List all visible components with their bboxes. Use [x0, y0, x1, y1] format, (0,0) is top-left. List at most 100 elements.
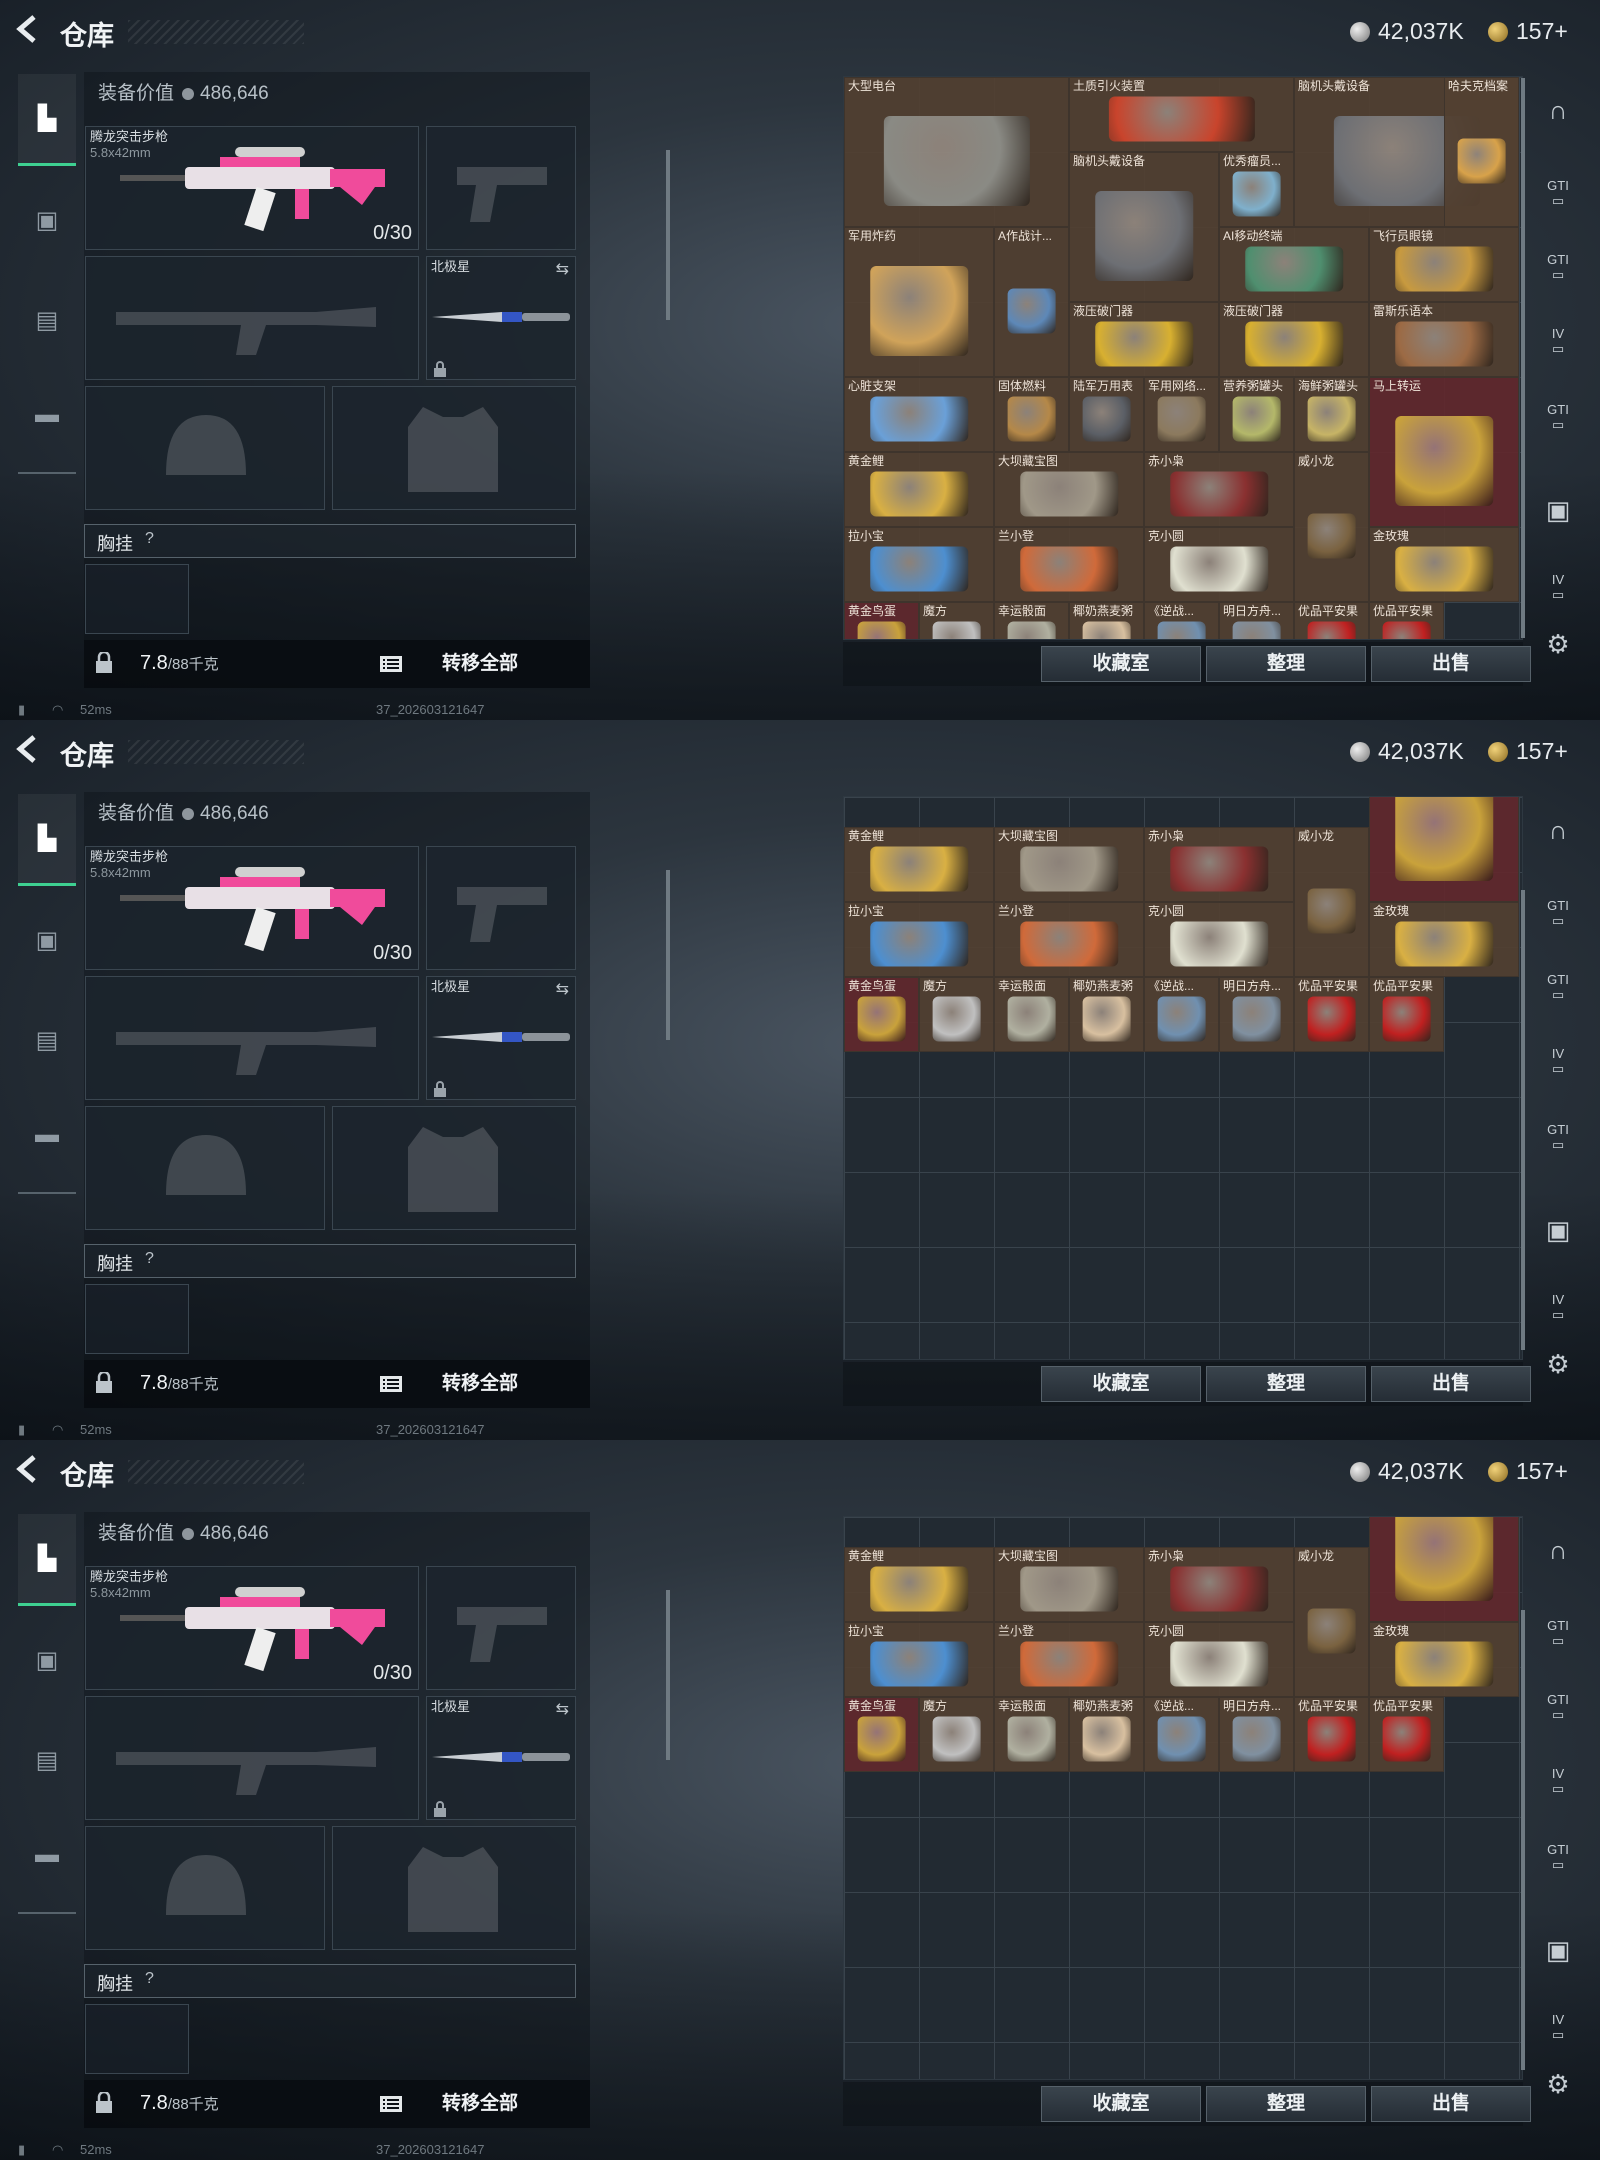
body-armor-slot[interactable]	[332, 1826, 576, 1950]
body-armor-slot[interactable]	[332, 386, 576, 510]
nav-rig[interactable]: ▤	[18, 994, 76, 1086]
collection-room-button[interactable]: 收藏室	[1041, 1366, 1201, 1402]
help-icon[interactable]: ?	[145, 530, 154, 548]
transfer-all-button[interactable]: 转移全部	[410, 2086, 550, 2122]
inventory-item[interactable]: 心脏支架	[844, 377, 994, 452]
nav-rig[interactable]: ▤	[18, 1714, 76, 1806]
transfer-all-button[interactable]: 转移全部	[410, 646, 550, 682]
inventory-item[interactable]: 雷斯乐语本	[1369, 302, 1519, 377]
backpack-slot[interactable]	[85, 564, 189, 634]
inventory-item[interactable]: 固体燃料	[994, 377, 1069, 452]
storage-tab-6[interactable]: IV ▭	[1530, 1292, 1586, 1342]
chest-rig-row[interactable]: 胸挂 ?	[84, 1964, 576, 1998]
sell-button[interactable]: 出售	[1371, 1366, 1531, 1402]
storage-tab-2[interactable]: GTI ▭	[1530, 252, 1586, 302]
inventory-scrollbar[interactable]	[1521, 890, 1525, 1350]
storage-tab-5[interactable]: ▣	[1530, 492, 1586, 542]
pistol-slot[interactable]	[426, 126, 576, 250]
inventory-item[interactable]: 营养粥罐头	[1219, 377, 1294, 452]
backpack-slot[interactable]	[85, 1284, 189, 1354]
pistol-slot[interactable]	[426, 1566, 576, 1690]
inventory-item[interactable]: 优品平安果	[1294, 1697, 1369, 1772]
storage-tab-main[interactable]: ∩	[1530, 92, 1586, 142]
sort-button[interactable]: 整理	[1206, 1366, 1366, 1402]
sort-button[interactable]: 整理	[1206, 646, 1366, 682]
primary-weapon-slot[interactable]: 腾龙突击步枪 5.8x42mm 0/30	[85, 126, 419, 250]
transfer-all-button[interactable]: 转移全部	[410, 1366, 550, 1402]
equipment-scrollbar[interactable]	[666, 150, 670, 320]
inventory-item[interactable]: 《逆战...	[1144, 977, 1219, 1052]
inventory-item[interactable]: 陆军万用表	[1069, 377, 1144, 452]
inventory-item[interactable]: 《逆战...	[1144, 602, 1219, 639]
nav-weapons[interactable]: ▙	[18, 794, 76, 886]
nav-case[interactable]: ▬	[18, 1089, 76, 1181]
collection-room-button[interactable]: 收藏室	[1041, 2086, 1201, 2122]
primary-weapon-slot[interactable]: 腾龙突击步枪 5.8x42mm 0/30	[85, 1566, 419, 1690]
equipment-scrollbar[interactable]	[666, 1590, 670, 1760]
inventory-item[interactable]: 黄金鸟蛋	[844, 1697, 919, 1772]
inventory-item[interactable]: 金玫瑰	[1369, 902, 1519, 977]
inventory-item[interactable]: 魔方	[919, 602, 994, 639]
nav-armor[interactable]: ▣	[18, 894, 76, 986]
inventory-item[interactable]: 幸运骰面	[994, 1697, 1069, 1772]
inventory-item[interactable]: 椰奶燕麦粥	[1069, 602, 1144, 639]
backpack-slot[interactable]	[85, 2004, 189, 2074]
inventory-item[interactable]: 优秀瘤员...	[1219, 152, 1294, 227]
list-icon[interactable]	[380, 2095, 402, 2113]
inventory-item[interactable]: 明日方舟...	[1219, 602, 1294, 639]
storage-tab-3[interactable]: IV ▭	[1530, 1766, 1586, 1816]
inventory-item[interactable]: 液压破门器	[1219, 302, 1369, 377]
ticket-balance[interactable]: 157+	[1488, 18, 1568, 45]
collection-room-button[interactable]: 收藏室	[1041, 646, 1201, 682]
inventory-item[interactable]: 威小龙	[1294, 1547, 1369, 1697]
nav-weapons[interactable]: ▙	[18, 1514, 76, 1606]
nav-rig[interactable]: ▤	[18, 274, 76, 366]
inventory-item[interactable]: 优品平安果	[1294, 977, 1369, 1052]
inventory-item[interactable]: 黄金鸟蛋	[844, 602, 919, 639]
inventory-item[interactable]: 威小龙	[1294, 452, 1369, 602]
inventory-item[interactable]: 黄金鲤	[844, 1547, 994, 1622]
storage-tab-4[interactable]: GTI ▭	[1530, 1122, 1586, 1172]
secondary-weapon-slot[interactable]	[85, 1696, 419, 1820]
inventory-item[interactable]: 克小圆	[1144, 902, 1294, 977]
inventory-item[interactable]: 金玫瑰	[1369, 527, 1519, 602]
inventory-item[interactable]: 脑机头戴设备	[1069, 152, 1219, 302]
inventory-item[interactable]: AI移动终端	[1219, 227, 1369, 302]
storage-tab-3[interactable]: IV ▭	[1530, 326, 1586, 376]
inventory-item[interactable]: 黄金鲤	[844, 452, 994, 527]
chest-rig-row[interactable]: 胸挂 ?	[84, 1244, 576, 1278]
help-icon[interactable]: ?	[145, 1250, 154, 1268]
back-button[interactable]	[14, 1454, 46, 1488]
inventory-item[interactable]: 椰奶燕麦粥	[1069, 1697, 1144, 1772]
inventory-item[interactable]: 拉小宝	[844, 527, 994, 602]
settings-button[interactable]: ⚙	[1530, 1346, 1586, 1396]
inventory-item[interactable]: 明日方舟...	[1219, 977, 1294, 1052]
inventory-item[interactable]: 土质引火装置	[1069, 77, 1294, 152]
back-button[interactable]	[14, 14, 46, 48]
inventory-grid[interactable]: 大型电台 土质引火装置 脑机头戴设备 哈夫克档案 脑机头戴设备 优秀瘤员... 军用炸药 A作…	[843, 76, 1523, 640]
nav-armor[interactable]: ▣	[18, 1614, 76, 1706]
storage-tab-4[interactable]: GTI ▭	[1530, 402, 1586, 452]
inventory-item[interactable]: 军用炸药	[844, 227, 994, 377]
storage-tab-1[interactable]: GTI ▭	[1530, 898, 1586, 948]
inventory-item[interactable]: 幸运骰面	[994, 977, 1069, 1052]
back-button[interactable]	[14, 734, 46, 768]
storage-tab-6[interactable]: IV ▭	[1530, 572, 1586, 622]
inventory-item[interactable]: 黄金鸟蛋	[844, 977, 919, 1052]
inventory-item[interactable]: 拉小宝	[844, 902, 994, 977]
inventory-item[interactable]: 马上转运	[1369, 1517, 1519, 1622]
inventory-item[interactable]: 大坝藏宝图	[994, 827, 1144, 902]
secondary-weapon-slot[interactable]	[85, 256, 419, 380]
storage-tab-1[interactable]: GTI ▭	[1530, 1618, 1586, 1668]
settings-button[interactable]: ⚙	[1530, 626, 1586, 676]
inventory-item[interactable]: 大坝藏宝图	[994, 452, 1144, 527]
storage-tab-6[interactable]: IV ▭	[1530, 2012, 1586, 2062]
inventory-item[interactable]: 魔方	[919, 977, 994, 1052]
inventory-item[interactable]: 拉小宝	[844, 1622, 994, 1697]
sell-button[interactable]: 出售	[1371, 2086, 1531, 2122]
inventory-item[interactable]: 马上转运	[1369, 377, 1519, 527]
swap-icon[interactable]: ⇆	[556, 979, 569, 999]
nav-weapons[interactable]: ▙	[18, 74, 76, 166]
storage-tab-5[interactable]: ▣	[1530, 1932, 1586, 1982]
helmet-slot[interactable]	[85, 1826, 325, 1950]
